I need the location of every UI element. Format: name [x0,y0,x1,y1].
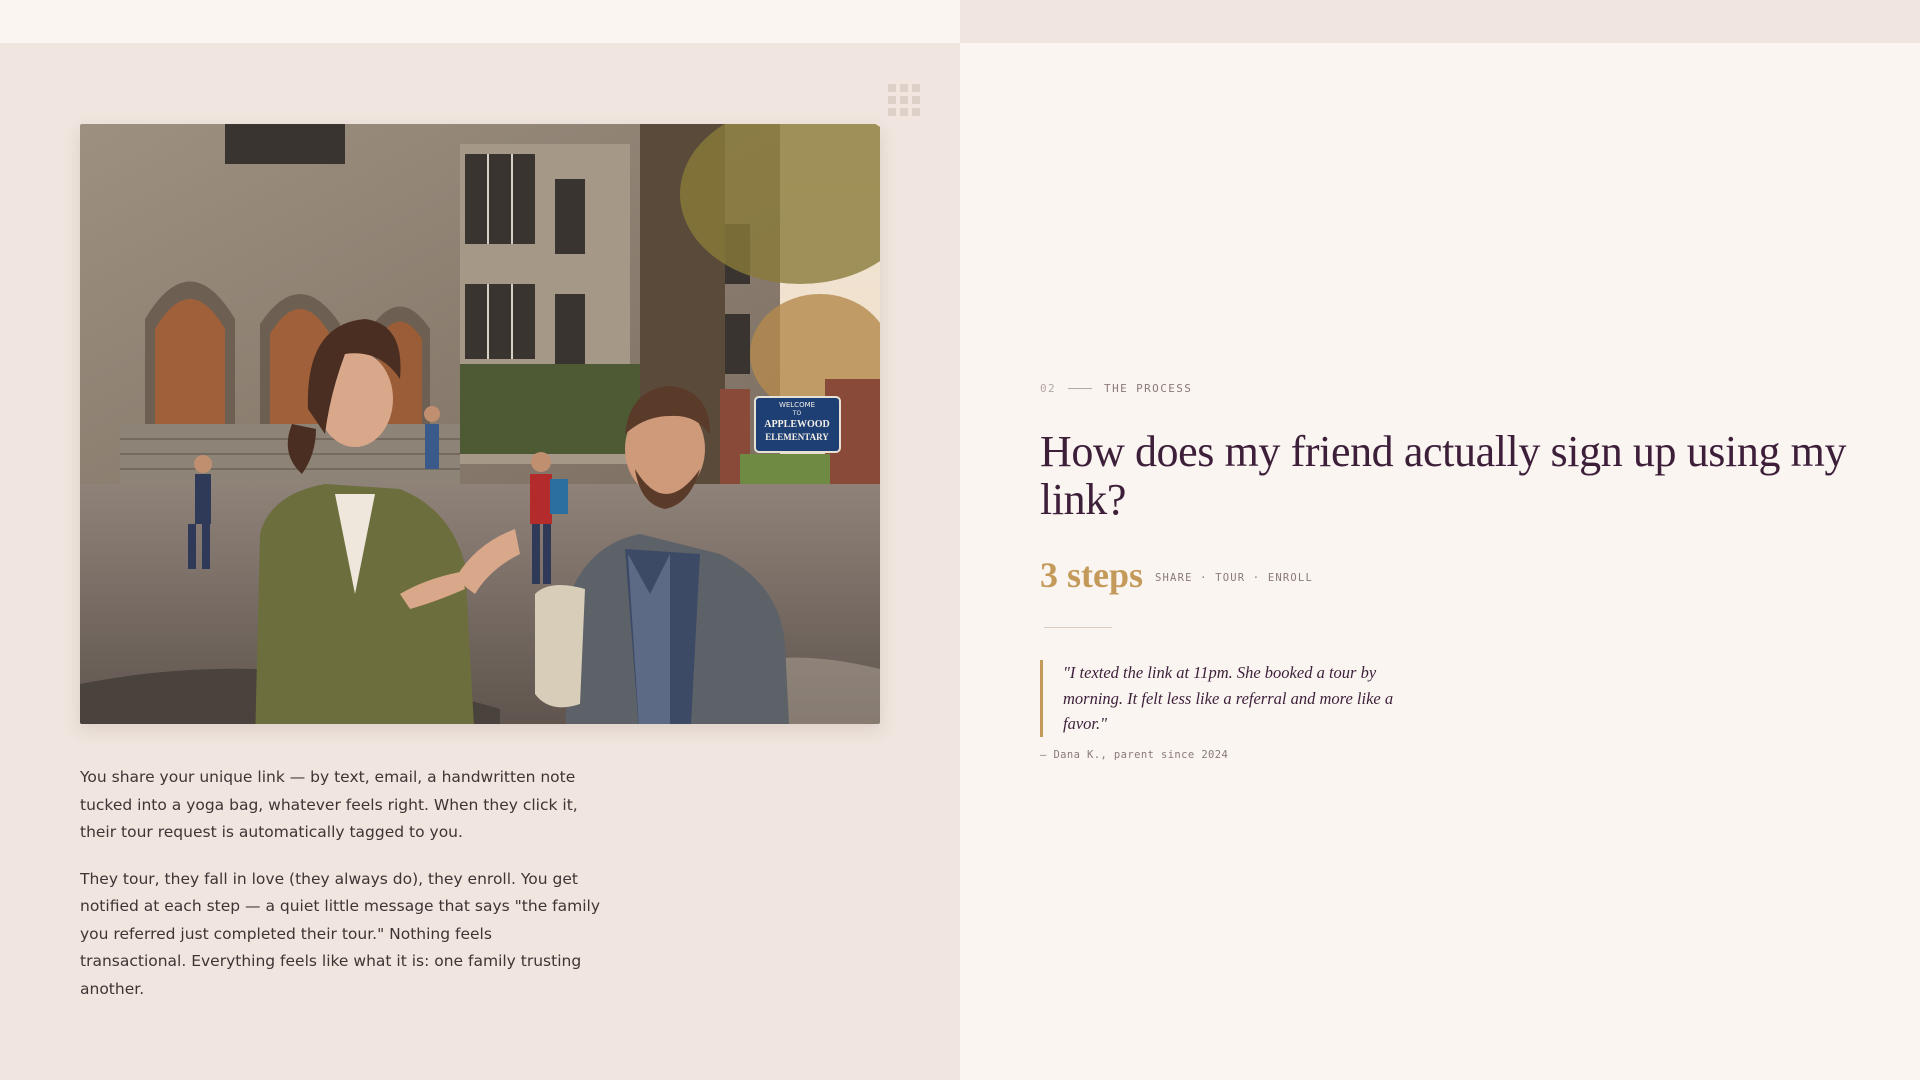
section-label: THE PROCESS [1104,382,1193,395]
top-bar-left [0,0,960,43]
top-bar-right [960,0,1920,43]
sign-line-2: TO [792,410,802,417]
body-paragraph-2: They tour, they fall in love (they alway… [80,869,600,998]
body-paragraph-1: You share your unique link — by text, em… [80,768,578,841]
testimonial-quote: "I texted the link at 11pm. She booked a… [1040,660,1420,737]
page-title: How does my friend actually sign up usin… [1040,427,1847,524]
quote-text: "I texted the link at 11pm. She booked a… [1063,663,1394,733]
section-eyebrow: 02 THE PROCESS [1040,382,1192,395]
steps-summary: 3 steps SHARE · TOUR · ENROLL [1040,554,1313,596]
sign-line-1: WELCOME [779,401,815,409]
grid-icon[interactable] [888,84,920,116]
body-copy: You share your unique link — by text, em… [80,764,600,1022]
school-photo: WELCOME TO APPLEWOOD ELEMENTARY [80,124,880,724]
divider [1044,627,1112,628]
steps-count: 3 steps [1040,555,1144,595]
quote-attribution: — Dana K., parent since 2024 [1040,749,1229,761]
sign-line-3: APPLEWOOD [764,419,830,430]
eyebrow-rule [1068,388,1093,389]
sign-line-4: ELEMENTARY [765,432,829,442]
section-number: 02 [1040,382,1057,395]
steps-names: SHARE · TOUR · ENROLL [1155,572,1313,584]
